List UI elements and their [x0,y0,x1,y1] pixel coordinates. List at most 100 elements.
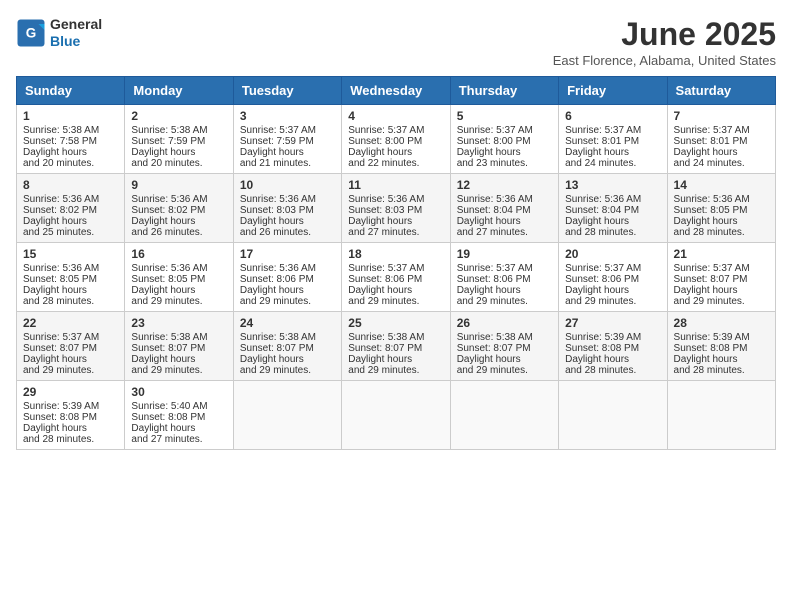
daylight-duration: and 28 minutes. [23,296,94,307]
day-number: 15 [23,247,118,261]
sunset-label: Sunset: 7:58 PM [23,136,97,147]
daylight-duration: and 29 minutes. [457,296,528,307]
daylight-duration: and 27 minutes. [457,227,528,238]
daylight-duration: and 29 minutes. [131,365,202,376]
daylight-duration: and 24 minutes. [674,158,745,169]
daylight-duration: and 22 minutes. [348,158,419,169]
calendar-cell: 29 Sunrise: 5:39 AM Sunset: 8:08 PM Dayl… [17,381,125,450]
sunrise-label: Sunrise: 5:36 AM [131,263,207,274]
daylight-duration: and 26 minutes. [240,227,311,238]
daylight-duration: and 29 minutes. [240,365,311,376]
daylight-duration: and 29 minutes. [348,365,419,376]
day-number: 10 [240,178,335,192]
day-header-wednesday: Wednesday [342,77,450,105]
calendar-week: 22 Sunrise: 5:37 AM Sunset: 8:07 PM Dayl… [17,312,776,381]
day-number: 24 [240,316,335,330]
sunrise-label: Sunrise: 5:37 AM [457,263,533,274]
calendar-week: 29 Sunrise: 5:39 AM Sunset: 8:08 PM Dayl… [17,381,776,450]
daylight-duration: and 28 minutes. [674,227,745,238]
daylight-label: Daylight hours [674,354,738,365]
day-number: 5 [457,109,552,123]
daylight-label: Daylight hours [348,285,412,296]
daylight-duration: and 29 minutes. [457,365,528,376]
logo-icon: G [16,18,46,48]
sunset-label: Sunset: 8:03 PM [240,205,314,216]
calendar-cell: 6 Sunrise: 5:37 AM Sunset: 8:01 PM Dayli… [559,105,667,174]
sunset-label: Sunset: 8:02 PM [23,205,97,216]
sunset-label: Sunset: 8:04 PM [565,205,639,216]
svg-text:G: G [26,25,37,40]
sunset-label: Sunset: 8:07 PM [348,343,422,354]
day-number: 17 [240,247,335,261]
day-number: 26 [457,316,552,330]
sunset-label: Sunset: 8:07 PM [23,343,97,354]
day-number: 2 [131,109,226,123]
day-number: 13 [565,178,660,192]
sunset-label: Sunset: 8:01 PM [565,136,639,147]
sunrise-label: Sunrise: 5:39 AM [23,401,99,412]
calendar-header-row: SundayMondayTuesdayWednesdayThursdayFrid… [17,77,776,105]
daylight-label: Daylight hours [674,147,738,158]
day-number: 8 [23,178,118,192]
day-header-tuesday: Tuesday [233,77,341,105]
sunrise-label: Sunrise: 5:36 AM [23,263,99,274]
calendar-cell: 16 Sunrise: 5:36 AM Sunset: 8:05 PM Dayl… [125,243,233,312]
calendar-cell: 11 Sunrise: 5:36 AM Sunset: 8:03 PM Dayl… [342,174,450,243]
calendar-cell: 19 Sunrise: 5:37 AM Sunset: 8:06 PM Dayl… [450,243,558,312]
daylight-duration: and 29 minutes. [23,365,94,376]
daylight-duration: and 20 minutes. [131,158,202,169]
sunset-label: Sunset: 7:59 PM [131,136,205,147]
sunset-label: Sunset: 8:08 PM [674,343,748,354]
day-number: 19 [457,247,552,261]
sunrise-label: Sunrise: 5:38 AM [131,125,207,136]
sunrise-label: Sunrise: 5:37 AM [565,125,641,136]
sunset-label: Sunset: 8:01 PM [674,136,748,147]
sunset-label: Sunset: 8:06 PM [240,274,314,285]
daylight-duration: and 20 minutes. [23,158,94,169]
daylight-duration: and 29 minutes. [240,296,311,307]
daylight-duration: and 29 minutes. [348,296,419,307]
day-header-saturday: Saturday [667,77,775,105]
calendar-cell: 7 Sunrise: 5:37 AM Sunset: 8:01 PM Dayli… [667,105,775,174]
sunset-label: Sunset: 8:00 PM [348,136,422,147]
day-number: 21 [674,247,769,261]
daylight-label: Daylight hours [457,216,521,227]
sunrise-label: Sunrise: 5:36 AM [240,263,316,274]
daylight-label: Daylight hours [131,423,195,434]
sunset-label: Sunset: 8:02 PM [131,205,205,216]
daylight-label: Daylight hours [565,216,629,227]
sunset-label: Sunset: 8:05 PM [131,274,205,285]
sunrise-label: Sunrise: 5:38 AM [348,332,424,343]
sunrise-label: Sunrise: 5:38 AM [457,332,533,343]
sunset-label: Sunset: 8:08 PM [131,412,205,423]
sunset-label: Sunset: 8:07 PM [131,343,205,354]
day-number: 22 [23,316,118,330]
daylight-label: Daylight hours [348,147,412,158]
daylight-duration: and 29 minutes. [131,296,202,307]
daylight-label: Daylight hours [240,285,304,296]
logo-blue: Blue [50,33,102,50]
sunset-label: Sunset: 8:07 PM [457,343,531,354]
sunrise-label: Sunrise: 5:36 AM [131,194,207,205]
daylight-duration: and 29 minutes. [565,296,636,307]
sunrise-label: Sunrise: 5:36 AM [457,194,533,205]
day-number: 6 [565,109,660,123]
day-header-monday: Monday [125,77,233,105]
daylight-duration: and 28 minutes. [23,434,94,445]
day-number: 14 [674,178,769,192]
calendar-week: 8 Sunrise: 5:36 AM Sunset: 8:02 PM Dayli… [17,174,776,243]
calendar-cell: 15 Sunrise: 5:36 AM Sunset: 8:05 PM Dayl… [17,243,125,312]
daylight-label: Daylight hours [565,354,629,365]
day-number: 9 [131,178,226,192]
location: East Florence, Alabama, United States [553,53,776,68]
sunset-label: Sunset: 8:05 PM [674,205,748,216]
daylight-duration: and 28 minutes. [565,365,636,376]
calendar-cell [559,381,667,450]
day-number: 4 [348,109,443,123]
calendar-cell: 27 Sunrise: 5:39 AM Sunset: 8:08 PM Dayl… [559,312,667,381]
daylight-label: Daylight hours [565,147,629,158]
day-number: 3 [240,109,335,123]
calendar-cell: 22 Sunrise: 5:37 AM Sunset: 8:07 PM Dayl… [17,312,125,381]
day-number: 16 [131,247,226,261]
daylight-duration: and 27 minutes. [131,434,202,445]
